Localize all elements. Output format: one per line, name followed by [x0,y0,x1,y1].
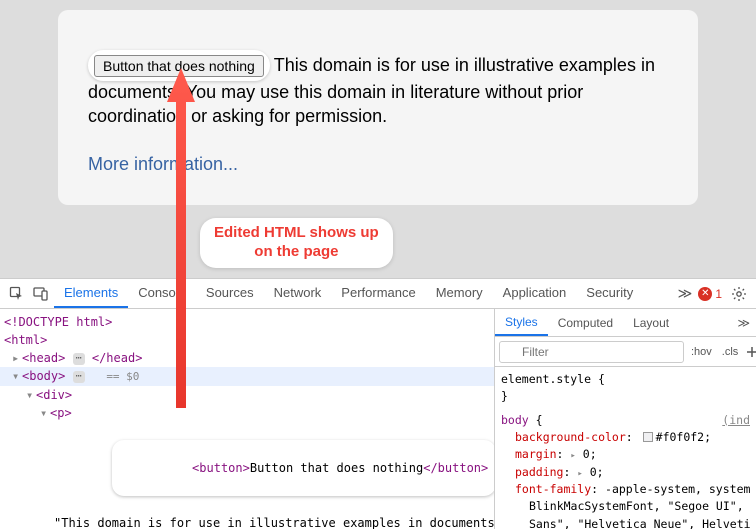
main-paragraph: Button that does nothing This domain is … [88,50,668,128]
devtools-panel: Elements Console Sources Network Perform… [0,278,756,529]
tab-memory[interactable]: Memory [426,279,493,308]
el-p-open[interactable]: ▾<p> [0,404,494,422]
tab-network[interactable]: Network [264,279,332,308]
more-information-link[interactable]: More information... [88,154,238,175]
error-count: 1 [715,287,722,301]
styles-filter-input[interactable] [499,341,684,363]
styles-tabs: Styles Computed Layout ≫ [495,309,756,337]
el-p-text-1[interactable]: "This domain is for use in illustrative … [0,514,494,529]
styles-tab-layout[interactable]: Layout [623,311,679,335]
devtools-toolbar: Elements Console Sources Network Perform… [0,279,756,309]
styles-tab-styles[interactable]: Styles [495,310,548,336]
edited-element-highlight: <button>Button that does nothing</button… [112,440,494,496]
devtools-body: <!DOCTYPE html> <html> ▸<head> ⋯ </head>… [0,309,756,529]
el-body-open[interactable]: ▾<body> ⋯ == $0 [0,367,494,386]
el-button-line[interactable]: <button>Button that does nothing</button… [0,422,494,514]
el-head[interactable]: ▸<head> ⋯ </head> [0,349,494,367]
webpage-viewport: Button that does nothing This domain is … [0,0,756,278]
more-styles-tabs-icon[interactable]: ≫ [731,316,756,330]
rule-source-link[interactable]: (ind [722,412,750,429]
el-div-open[interactable]: ▾<div> [0,386,494,404]
tab-sources[interactable]: Sources [196,279,264,308]
styles-rules-list[interactable]: element.style { } (ind body { background… [495,367,756,529]
color-swatch-icon[interactable] [643,432,653,442]
el-doctype[interactable]: <!DOCTYPE html> [0,313,494,331]
tab-console[interactable]: Console [128,279,196,308]
settings-gear-icon[interactable] [728,283,750,305]
tab-elements[interactable]: Elements [54,279,128,308]
error-icon: ✕ [698,287,712,301]
styles-toolbar: :hov .cls [495,337,756,367]
error-count-badge[interactable]: ✕ 1 [698,287,722,301]
button-highlight-wrap: Button that does nothing [88,50,270,81]
el-html-open[interactable]: <html> [0,331,494,349]
cls-toggle[interactable]: .cls [719,344,742,360]
rule-body[interactable]: (ind body { background-color: #f0f0f2; m… [501,412,750,529]
new-style-rule-icon[interactable] [745,343,756,361]
ellipsis-icon[interactable]: ⋯ [73,353,85,365]
tab-security[interactable]: Security [576,279,643,308]
hov-toggle[interactable]: :hov [688,344,715,360]
inspect-icon[interactable] [6,283,28,305]
tab-performance[interactable]: Performance [331,279,425,308]
ellipsis-icon[interactable]: ⋯ [73,371,85,383]
tab-application[interactable]: Application [493,279,577,308]
styles-panel: Styles Computed Layout ≫ :hov .cls [494,309,756,529]
example-button[interactable]: Button that does nothing [94,55,264,77]
devtools-toolbar-right: ≫ ✕ 1 [678,283,750,305]
more-tabs-icon[interactable]: ≫ [678,285,693,302]
devtools-tabs: Elements Console Sources Network Perform… [54,279,643,308]
styles-tab-computed[interactable]: Computed [548,311,623,335]
rule-element-style[interactable]: element.style { } [501,371,750,406]
device-toggle-icon[interactable] [30,283,52,305]
content-card: Button that does nothing This domain is … [58,10,698,205]
elements-tree-panel[interactable]: <!DOCTYPE html> <html> ▸<head> ⋯ </head>… [0,309,494,529]
